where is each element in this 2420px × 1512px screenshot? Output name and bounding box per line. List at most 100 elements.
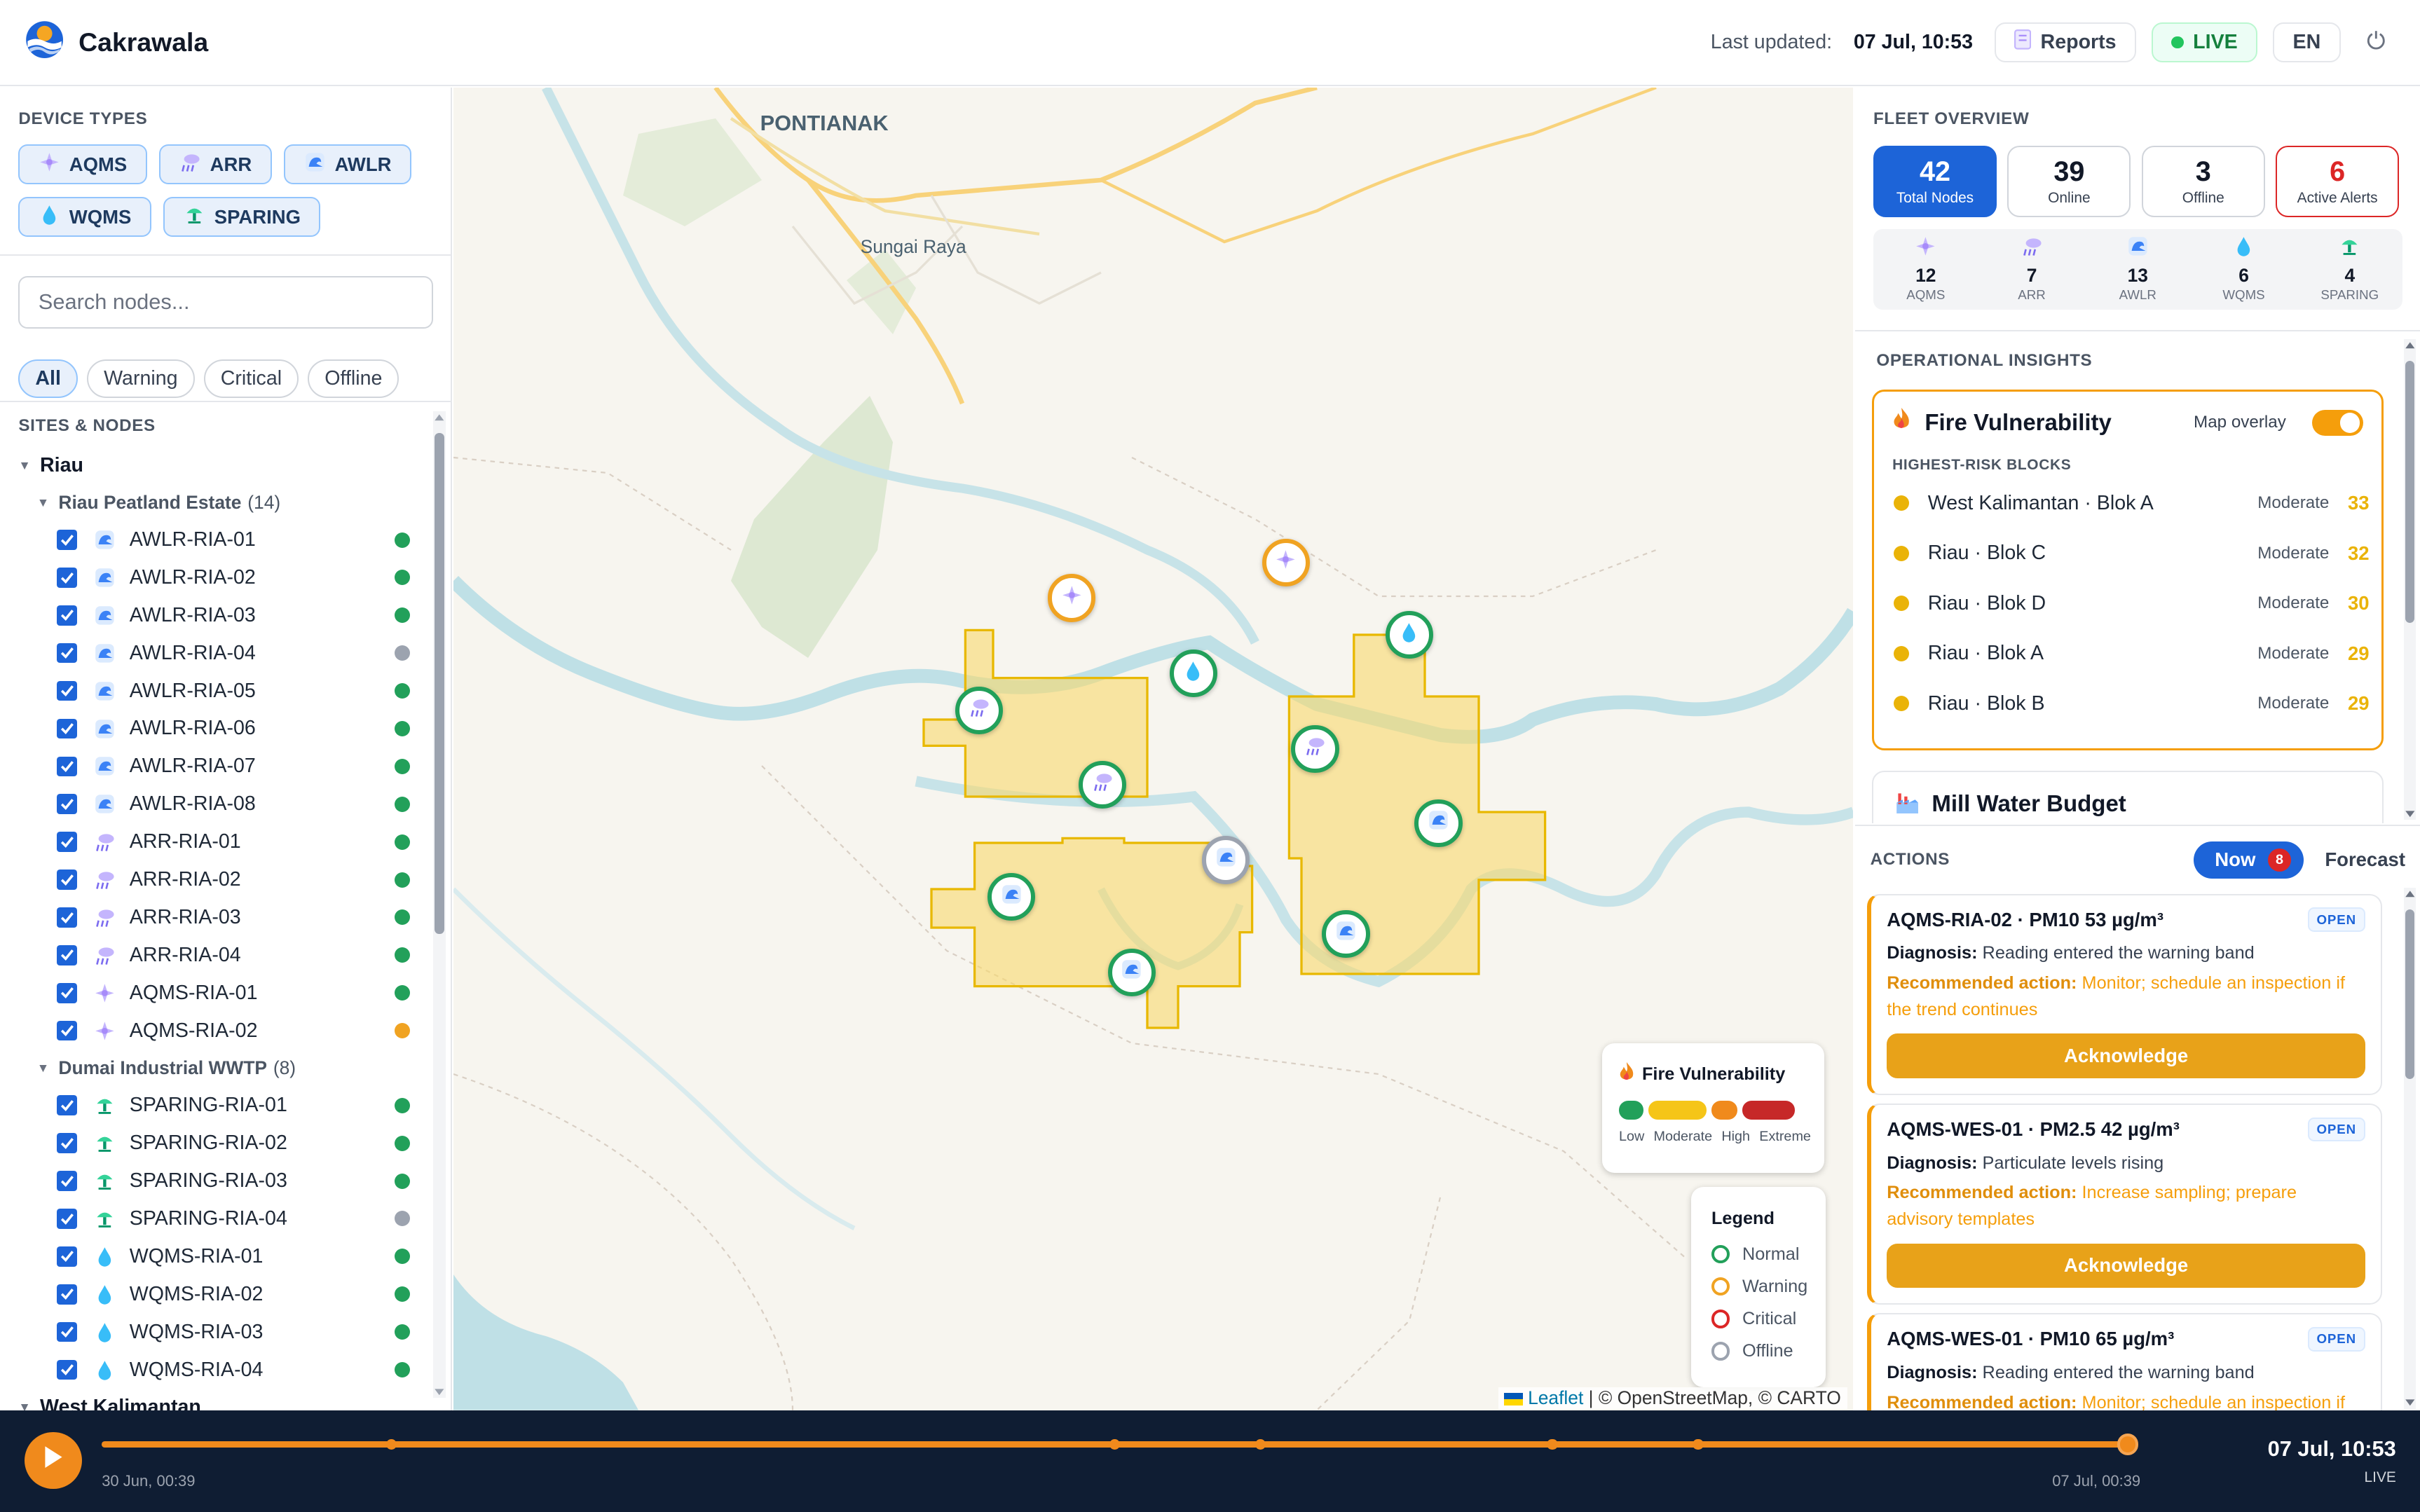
node-checkbox[interactable] <box>57 1095 77 1116</box>
risk-block-row[interactable]: West Kalimantan · Blok A Moderate 33 <box>1874 478 2381 528</box>
node-row[interactable]: AWLR-RIA-08 <box>0 785 432 823</box>
node-row[interactable]: AWLR-RIA-04 <box>0 634 432 672</box>
map-marker-aqms[interactable] <box>1262 538 1310 587</box>
node-checkbox[interactable] <box>57 756 77 777</box>
node-checkbox[interactable] <box>57 870 77 890</box>
node-row[interactable]: AWLR-RIA-05 <box>0 672 432 710</box>
timeline-event-marker[interactable] <box>1255 1438 1266 1450</box>
actions-scrollbar[interactable] <box>2403 887 2416 1409</box>
play-button[interactable] <box>25 1431 82 1490</box>
node-checkbox[interactable] <box>57 718 77 739</box>
map-overlay-toggle[interactable] <box>2312 409 2363 437</box>
map-marker-arr[interactable] <box>1291 725 1339 774</box>
risk-block-row[interactable]: Riau · Blok D Moderate 30 <box>1874 578 2381 628</box>
risk-block-row[interactable]: Riau · Blok C Moderate 32 <box>1874 528 2381 579</box>
node-row[interactable]: WQMS-RIA-02 <box>0 1275 432 1313</box>
node-row[interactable]: SPARING-RIA-04 <box>0 1200 432 1238</box>
power-button[interactable] <box>2356 22 2396 62</box>
kpi-active-alerts[interactable]: 6 Active Alerts <box>2276 146 2400 217</box>
region-west-kalimantan[interactable]: ▼ West Kalimantan <box>0 1389 432 1410</box>
node-row[interactable]: SPARING-RIA-03 <box>0 1162 432 1200</box>
device-chip-sparing[interactable]: SPARING <box>163 196 321 238</box>
filter-warning[interactable]: Warning <box>87 359 195 398</box>
filter-all[interactable]: All <box>18 359 78 398</box>
node-checkbox[interactable] <box>57 1284 77 1305</box>
node-checkbox[interactable] <box>57 530 77 550</box>
site-riau-peatland[interactable]: ▼ Riau Peatland Estate (14) <box>0 484 432 521</box>
node-checkbox[interactable] <box>57 605 77 626</box>
actions-scrollbar-thumb[interactable] <box>2405 909 2415 1079</box>
kpi-online[interactable]: 39 Online <box>2007 146 2131 217</box>
tree-scrollbar-thumb[interactable] <box>435 433 444 935</box>
node-checkbox[interactable] <box>57 1209 77 1229</box>
device-chip-wqms[interactable]: WQMS <box>18 196 151 238</box>
node-row[interactable]: AWLR-RIA-01 <box>0 521 432 559</box>
node-row[interactable]: ARR-RIA-01 <box>0 823 432 861</box>
node-row[interactable]: SPARING-RIA-01 <box>0 1087 432 1125</box>
kpi-total-nodes[interactable]: 42 Total Nodes <box>1873 146 1997 217</box>
live-button[interactable]: LIVE <box>2151 22 2258 63</box>
timeline-event-marker[interactable] <box>1693 1438 1704 1450</box>
node-row[interactable]: AWLR-RIA-06 <box>0 710 432 748</box>
leaflet-link[interactable]: Leaflet <box>1528 1387 1583 1408</box>
node-checkbox[interactable] <box>57 642 77 664</box>
node-checkbox[interactable] <box>57 1246 77 1267</box>
region-riau[interactable]: ▼ Riau <box>0 447 432 484</box>
node-checkbox[interactable] <box>57 680 77 701</box>
timeline-track[interactable] <box>102 1434 2139 1455</box>
node-row[interactable]: ARR-RIA-02 <box>0 861 432 899</box>
filter-critical[interactable]: Critical <box>203 359 299 398</box>
brand[interactable]: Cakrawala <box>25 20 208 66</box>
device-chip-awlr[interactable]: AWLR <box>284 144 411 185</box>
kpi-offline[interactable]: 3 Offline <box>2141 146 2265 217</box>
node-row[interactable]: AWLR-RIA-07 <box>0 748 432 785</box>
map-view[interactable]: PONTIANAK Sungai Raya Fire Vulnerability… <box>453 88 1854 1410</box>
mill-water-budget-card[interactable]: Mill Water Budget <box>1871 770 2384 823</box>
map-marker-awlr[interactable] <box>1201 836 1250 884</box>
timeline-event-marker[interactable] <box>1547 1438 1558 1450</box>
language-button[interactable]: EN <box>2273 22 2341 63</box>
node-row[interactable]: ARR-RIA-03 <box>0 898 432 936</box>
node-checkbox[interactable] <box>57 794 77 815</box>
node-checkbox[interactable] <box>57 1171 77 1191</box>
map-marker-awlr[interactable] <box>1107 949 1156 997</box>
map-marker-aqms[interactable] <box>1047 574 1096 622</box>
timeline-thumb[interactable] <box>2117 1434 2139 1455</box>
site-dumai-wwtp[interactable]: ▼ Dumai Industrial WWTP (8) <box>0 1050 432 1087</box>
node-checkbox[interactable] <box>57 982 77 1003</box>
map-marker-awlr[interactable] <box>1414 799 1463 847</box>
map-marker-wqms[interactable] <box>1385 611 1433 659</box>
risk-block-row[interactable]: Riau · Blok B Moderate 29 <box>1874 678 2381 729</box>
map-marker-awlr[interactable] <box>1322 910 1370 958</box>
type-count-aqms[interactable]: 12 AQMS <box>1880 229 1972 309</box>
filter-offline[interactable]: Offline <box>308 359 399 398</box>
node-row[interactable]: SPARING-RIA-02 <box>0 1125 432 1162</box>
map-marker-wqms[interactable] <box>1169 650 1217 698</box>
node-checkbox[interactable] <box>57 907 77 928</box>
map-marker-arr[interactable] <box>955 687 1004 735</box>
node-checkbox[interactable] <box>57 1133 77 1153</box>
tab-forecast[interactable]: Forecast <box>2325 848 2405 871</box>
node-row[interactable]: ARR-RIA-04 <box>0 936 432 974</box>
device-chip-arr[interactable]: ARR <box>159 144 272 185</box>
node-checkbox[interactable] <box>57 1020 77 1041</box>
type-count-arr[interactable]: 7 ARR <box>1985 229 2078 309</box>
timeline-event-marker[interactable] <box>1109 1438 1121 1450</box>
type-count-awlr[interactable]: 13 AWLR <box>2091 229 2184 309</box>
insights-scrollbar-thumb[interactable] <box>2405 360 2415 623</box>
map-marker-arr[interactable] <box>1078 760 1127 809</box>
node-row[interactable]: AQMS-RIA-01 <box>0 974 432 1012</box>
type-count-wqms[interactable]: 6 WQMS <box>2198 229 2290 309</box>
node-checkbox[interactable] <box>57 568 77 588</box>
node-checkbox[interactable] <box>57 1321 77 1342</box>
node-row[interactable]: AWLR-RIA-03 <box>0 596 432 634</box>
risk-block-row[interactable]: Riau · Blok A Moderate 29 <box>1874 628 2381 679</box>
timeline-event-marker[interactable] <box>385 1438 397 1450</box>
type-count-sparing[interactable]: 4 SPARING <box>2304 229 2396 309</box>
acknowledge-button[interactable]: Acknowledge <box>1887 1033 2365 1079</box>
node-checkbox[interactable] <box>57 832 77 852</box>
acknowledge-button[interactable]: Acknowledge <box>1887 1243 2365 1288</box>
node-row[interactable]: AWLR-RIA-02 <box>0 558 432 596</box>
device-chip-aqms[interactable]: AQMS <box>18 144 147 185</box>
reports-button[interactable]: Reports <box>1994 22 2136 63</box>
